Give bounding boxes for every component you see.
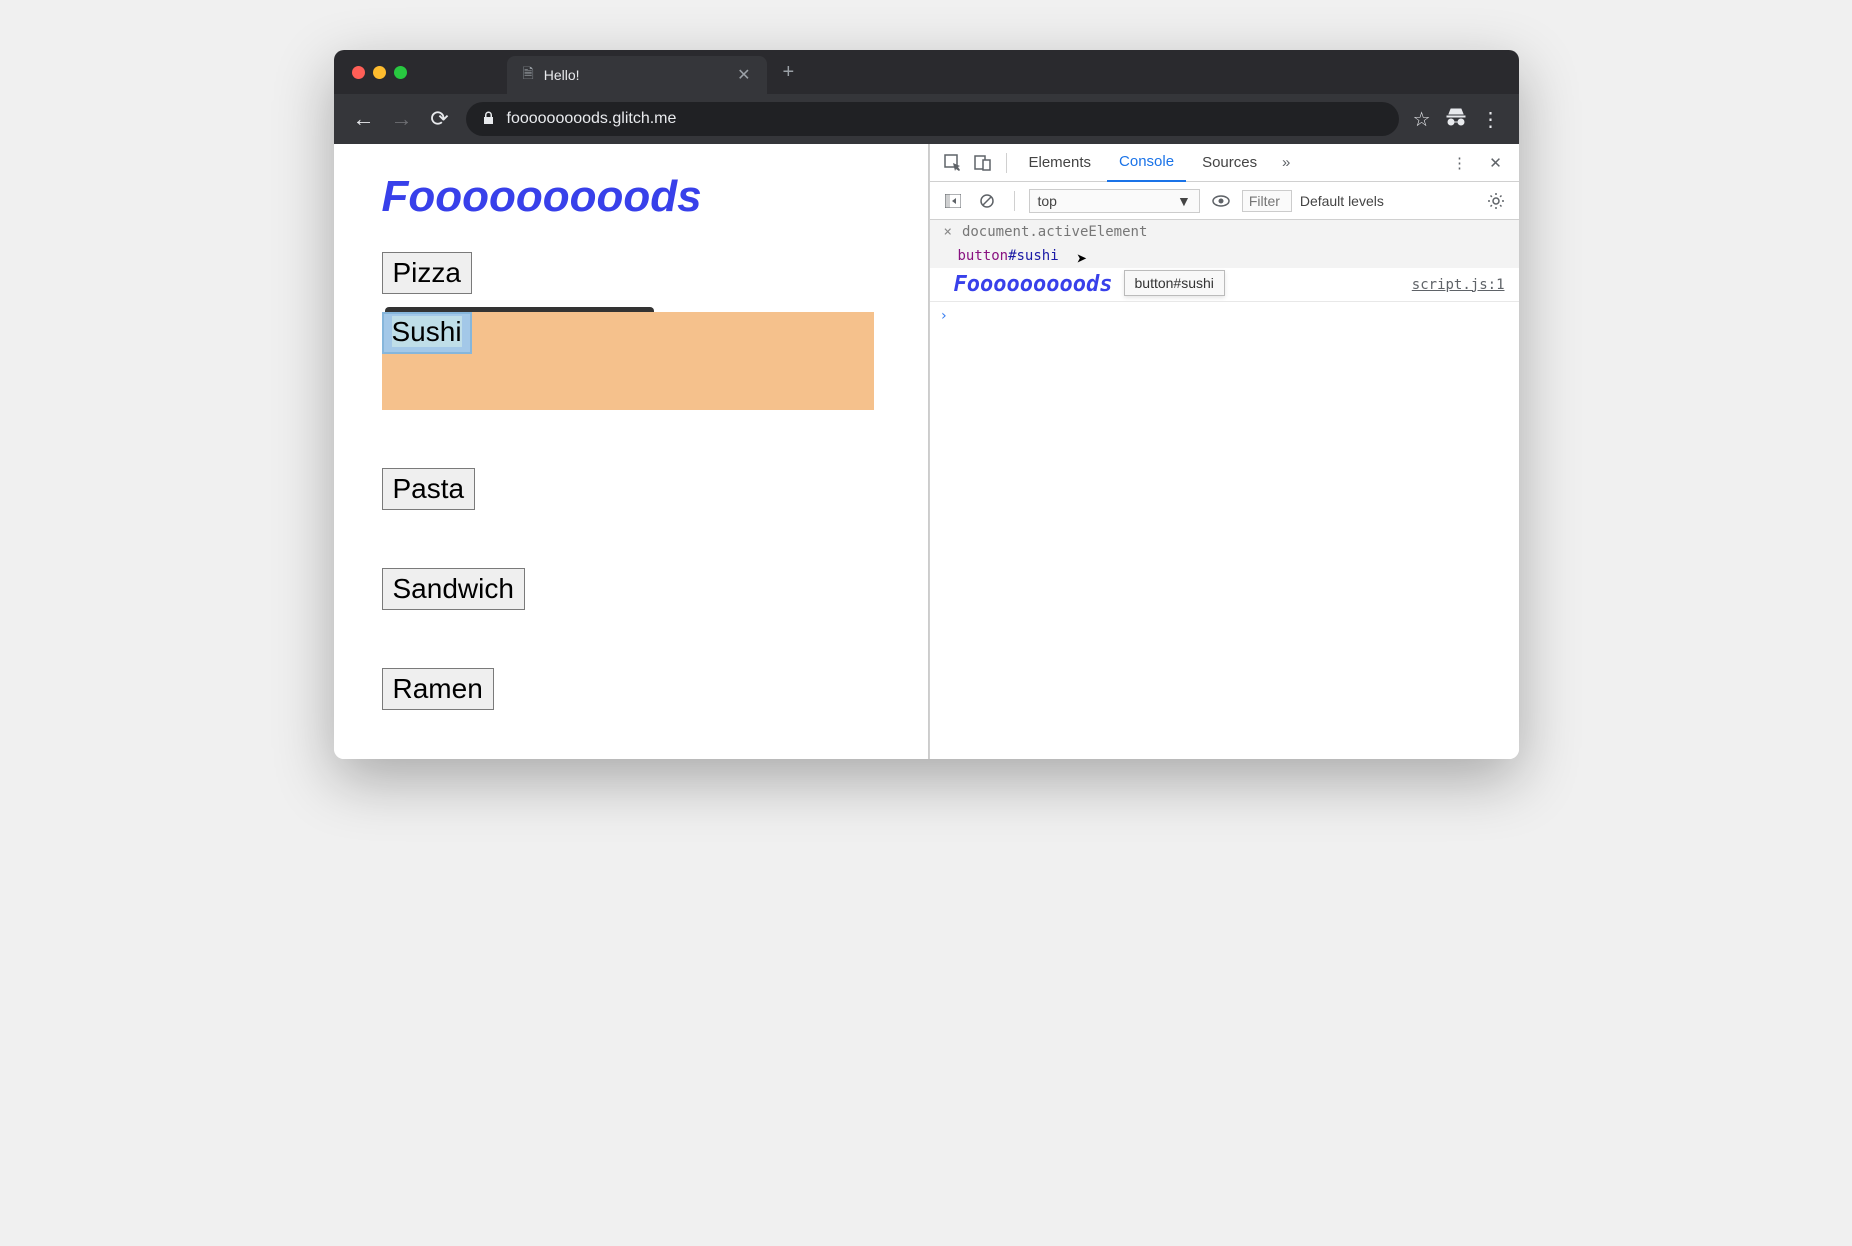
eager-evaluation-result[interactable]: button#sushi <box>930 244 1519 268</box>
live-expression-icon[interactable] <box>1208 188 1234 214</box>
lock-icon <box>482 111 495 128</box>
chevron-down-icon: ▼ <box>1177 193 1191 209</box>
incognito-icon[interactable] <box>1445 105 1467 133</box>
console-prompt[interactable]: › <box>930 302 1519 330</box>
page-title: Fooooooooods <box>382 172 880 222</box>
url-text: fooooooooods.glitch.me <box>507 110 677 128</box>
devtools-close-icon[interactable]: ✕ <box>1483 150 1509 176</box>
console-toolbar: top ▼ Default levels <box>930 182 1519 220</box>
log-levels-selector[interactable]: Default levels <box>1300 193 1384 209</box>
console-sidebar-toggle-icon[interactable] <box>940 188 966 214</box>
bookmark-icon[interactable]: ☆ <box>1413 107 1431 132</box>
device-toggle-icon[interactable] <box>970 150 996 176</box>
tab-sources[interactable]: Sources <box>1190 144 1269 182</box>
window-titlebar: 🗎 Hello! ✕ + <box>334 50 1519 94</box>
browser-tab[interactable]: 🗎 Hello! ✕ <box>507 56 767 94</box>
tab-console[interactable]: Console <box>1107 144 1186 182</box>
console-settings-icon[interactable] <box>1483 188 1509 214</box>
reload-button[interactable]: ⟳ <box>428 106 452 132</box>
filter-input[interactable] <box>1242 190 1292 212</box>
tab-title: Hello! <box>544 67 580 83</box>
hover-tooltip: button#sushi <box>1124 270 1225 296</box>
devtools-panel: Elements Console Sources » ⋮ ✕ <box>929 144 1519 759</box>
forward-button[interactable]: → <box>390 106 414 132</box>
food-button-ramen[interactable]: Ramen <box>382 668 494 710</box>
window-minimize-button[interactable] <box>373 66 386 79</box>
food-button-pizza[interactable]: Pizza <box>382 252 472 294</box>
source-link[interactable]: script.js:1 <box>1412 277 1505 293</box>
highlighted-element-container: Sushi <box>382 312 880 410</box>
food-button-sushi[interactable]: Sushi <box>382 312 472 354</box>
inspect-element-icon[interactable] <box>940 150 966 176</box>
devtools-tab-bar: Elements Console Sources » ⋮ ✕ <box>930 144 1519 182</box>
cursor-icon: ➤ <box>1077 249 1088 270</box>
food-button-pasta[interactable]: Pasta <box>382 468 476 510</box>
window-close-button[interactable] <box>352 66 365 79</box>
eager-evaluation-line: × document.activeElement <box>930 220 1519 244</box>
context-selector[interactable]: top ▼ <box>1029 189 1200 213</box>
new-tab-button[interactable]: + <box>783 61 795 84</box>
devtools-menu-icon[interactable]: ⋮ <box>1447 150 1473 176</box>
page-content: Fooooooooods Pizza button#sushi | 73.66 … <box>334 144 929 759</box>
tab-elements[interactable]: Elements <box>1017 144 1104 182</box>
more-tabs-icon[interactable]: » <box>1273 150 1299 176</box>
browser-toolbar: ← → ⟳ fooooooooods.glitch.me ☆ ⋮ <box>334 94 1519 144</box>
file-icon: 🗎 <box>523 63 534 87</box>
menu-icon[interactable]: ⋮ <box>1481 107 1501 132</box>
close-icon[interactable]: × <box>944 224 952 240</box>
console-body[interactable]: × document.activeElement button#sushi ➤ … <box>930 220 1519 759</box>
window-maximize-button[interactable] <box>394 66 407 79</box>
close-tab-icon[interactable]: ✕ <box>737 65 750 85</box>
clear-console-icon[interactable] <box>974 188 1000 214</box>
back-button[interactable]: ← <box>352 106 376 132</box>
address-bar[interactable]: fooooooooods.glitch.me <box>466 102 1399 136</box>
food-button-sandwich[interactable]: Sandwich <box>382 568 525 610</box>
